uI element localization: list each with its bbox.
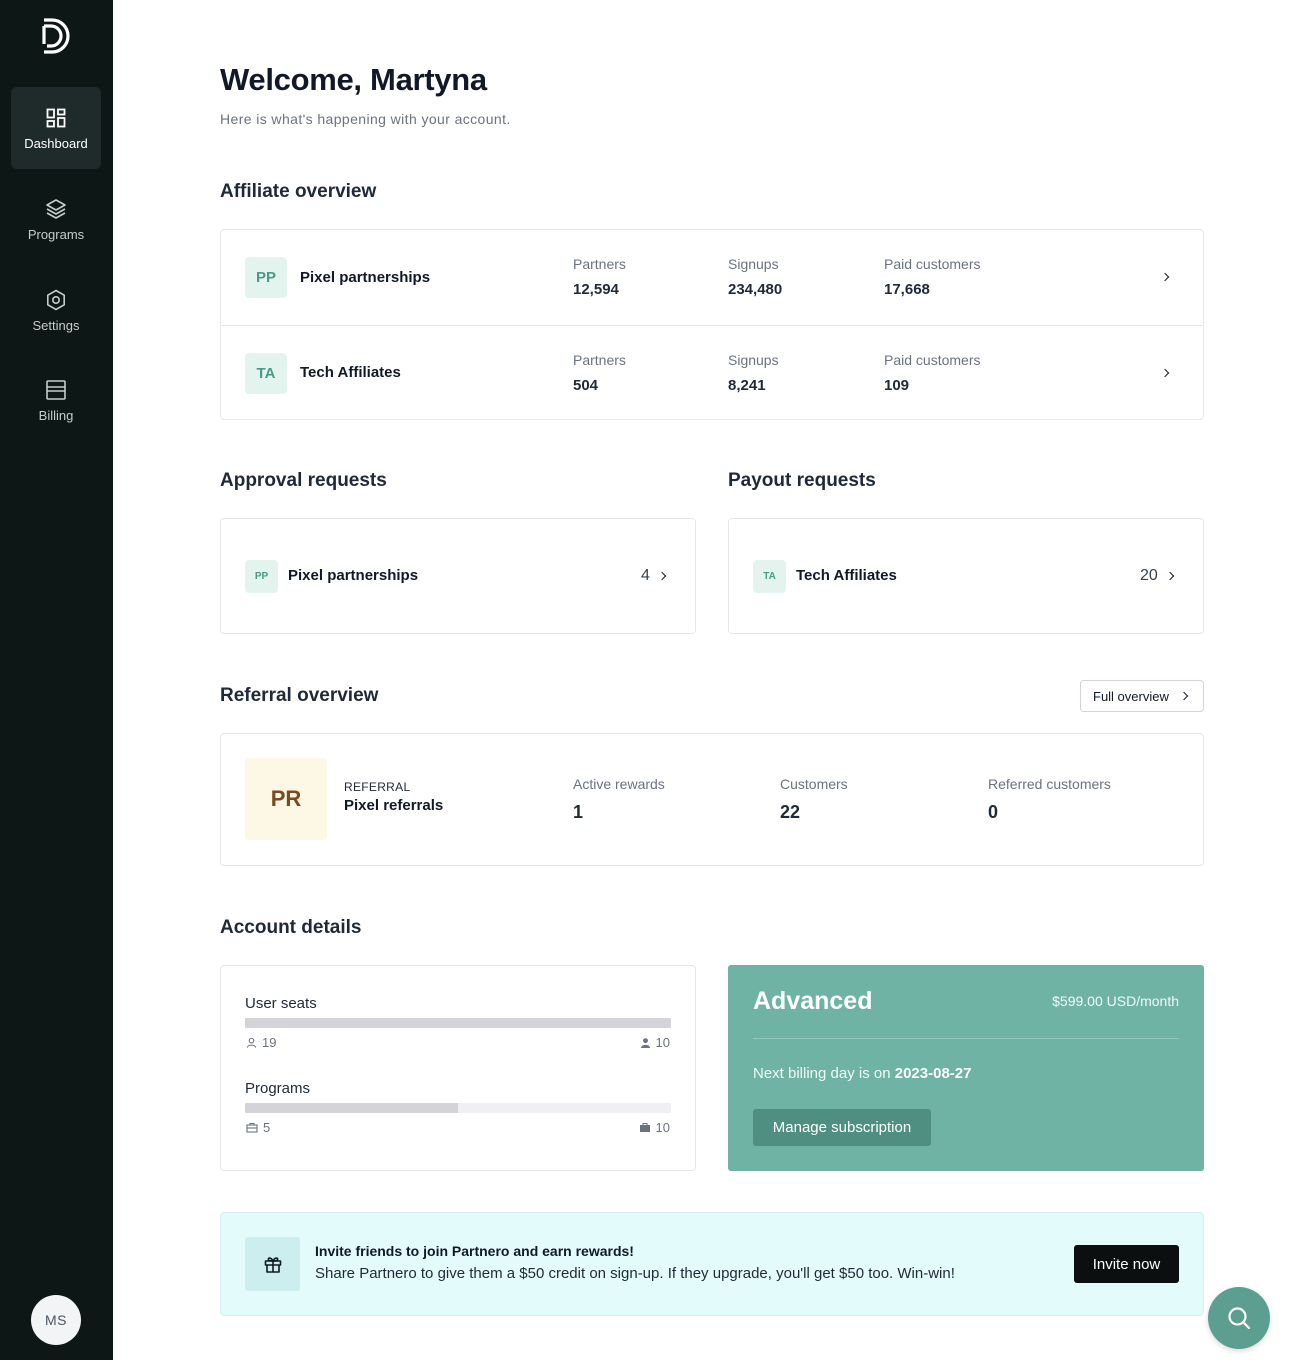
programs-total-value: 10 [655, 1120, 670, 1135]
sidebar-item-programs[interactable]: Programs [11, 178, 101, 260]
user-seats-label: User seats [245, 995, 317, 1012]
full-overview-label: Full overview [1093, 688, 1169, 704]
chevron-right-icon[interactable] [1165, 571, 1175, 581]
active-rewards-label: Active rewards [573, 776, 665, 792]
affiliate-overview-card: PP Pixel partnerships Partners 12,594 Si… [220, 229, 1204, 420]
signups-value: 234,480 [728, 281, 783, 298]
program-badge: PR [245, 758, 327, 840]
subscription-card: Advanced $599.00 USD/month Next billing … [728, 965, 1204, 1171]
affiliate-overview-heading: Affiliate overview [220, 181, 377, 202]
program-name: Tech Affiliates [796, 567, 897, 584]
affiliate-row[interactable]: TA Tech Affiliates Partners 504 Signups … [221, 325, 1204, 420]
dashboard-icon [44, 106, 68, 130]
usage-card: User seats 19 10 Programs 5 10 [220, 965, 696, 1171]
page-title: Welcome, Martyna [220, 62, 487, 97]
chevron-right-icon [1179, 691, 1189, 701]
user-filled-icon [640, 1038, 650, 1048]
plan-name: Advanced [753, 987, 873, 1015]
sidebar-item-label: Dashboard [24, 135, 88, 151]
referred-customers-value: 0 [988, 802, 999, 822]
program-name: Pixel partnerships [300, 269, 431, 286]
invite-now-button[interactable]: Invite now [1074, 1245, 1179, 1283]
program-name: Tech Affiliates [300, 364, 401, 381]
payout-requests-heading: Payout requests [728, 470, 876, 491]
program-type: REFERRAL [344, 780, 411, 794]
referred-customers-label: Referred customers [988, 776, 1111, 792]
partners-label: Partners [573, 352, 626, 368]
chevron-right-icon[interactable] [657, 571, 667, 581]
program-badge: TA [245, 353, 287, 394]
seats-used-value: 19 [262, 1035, 277, 1050]
sidebar-item-dashboard[interactable]: Dashboard [11, 87, 101, 169]
user-seats-progress [245, 1018, 671, 1028]
invite-text: Share Partnero to give them a $50 credit… [315, 1265, 955, 1282]
referral-program-card[interactable]: PR REFERRAL Pixel referrals Active rewar… [220, 733, 1204, 866]
programs-label: Programs [245, 1080, 311, 1097]
affiliate-row[interactable]: PP Pixel partnerships Partners 12,594 Si… [221, 230, 1204, 325]
sidebar-item-settings[interactable]: Settings [11, 269, 101, 351]
signups-value: 8,241 [728, 377, 766, 394]
sidebar-item-label: Programs [27, 226, 85, 242]
seats-total-value: 10 [655, 1035, 670, 1050]
paid-customers-label: Paid customers [884, 352, 981, 368]
sidebar: Dashboard Programs Settings Billing MS [0, 0, 113, 1360]
sidebar-item-label: Billing [38, 407, 74, 423]
gift-icon [245, 1237, 300, 1291]
next-billing-label: Next billing day is on [753, 1065, 891, 1082]
request-count: 20 [1140, 567, 1158, 584]
next-billing-date: 2023-08-27 [894, 1065, 972, 1082]
program-name: Pixel partnerships [288, 567, 419, 584]
chevron-right-icon[interactable] [1160, 368, 1170, 378]
manage-subscription-button[interactable]: Manage subscription [753, 1109, 931, 1146]
paid-customers-value: 109 [884, 377, 910, 394]
approval-requests-heading: Approval requests [220, 470, 387, 491]
partners-label: Partners [573, 256, 626, 272]
user-icon [246, 1037, 257, 1048]
programs-used-value: 5 [263, 1120, 271, 1135]
page-subtitle: Here is what's happening with your accou… [220, 111, 511, 127]
help-chat-button[interactable] [1208, 1287, 1270, 1349]
divider [753, 1038, 1179, 1039]
sidebar-item-billing[interactable]: Billing [11, 359, 101, 441]
invite-banner: Invite friends to join Partnero and earn… [220, 1212, 1204, 1316]
seats-total: 10 [640, 1035, 670, 1050]
program-name: Pixel referrals [344, 797, 444, 814]
program-badge: PP [245, 560, 278, 593]
briefcase-filled-icon [639, 1123, 650, 1132]
approval-request-card[interactable]: PP Pixel partnerships 4 [220, 518, 696, 634]
partners-value: 12,594 [573, 281, 619, 298]
partners-value: 504 [573, 377, 599, 394]
signups-label: Signups [728, 256, 779, 272]
sidebar-item-label: Settings [32, 317, 80, 333]
paid-customers-value: 17,668 [884, 281, 930, 298]
next-billing: Next billing day is on 2023-08-27 [753, 1065, 971, 1082]
paid-customers-label: Paid customers [884, 256, 981, 272]
program-badge: PP [245, 257, 287, 298]
billing-icon [44, 378, 68, 402]
referral-overview-heading: Referral overview [220, 685, 379, 706]
seats-used: 19 [246, 1035, 276, 1050]
signups-label: Signups [728, 352, 779, 368]
programs-total: 10 [639, 1120, 670, 1135]
invite-title: Invite friends to join Partnero and earn… [315, 1243, 634, 1259]
briefcase-icon [246, 1122, 258, 1133]
full-overview-button[interactable]: Full overview [1080, 680, 1204, 712]
payout-request-card[interactable]: TA Tech Affiliates 20 [728, 518, 1204, 634]
request-count: 4 [641, 567, 650, 584]
account-details-heading: Account details [220, 917, 362, 938]
gear-icon [44, 288, 68, 312]
active-rewards-value: 1 [573, 802, 584, 822]
programs-used: 5 [246, 1120, 270, 1135]
plan-price: $599.00 USD/month [1052, 993, 1179, 1009]
customers-value: 22 [780, 802, 801, 822]
chevron-right-icon[interactable] [1160, 272, 1170, 282]
programs-progress [245, 1103, 671, 1113]
search-icon [1228, 1307, 1251, 1330]
layers-icon [44, 197, 68, 221]
user-avatar[interactable]: MS [31, 1295, 81, 1345]
customers-label: Customers [780, 776, 848, 792]
partnero-logo[interactable] [38, 16, 74, 56]
program-badge: TA [753, 560, 786, 593]
